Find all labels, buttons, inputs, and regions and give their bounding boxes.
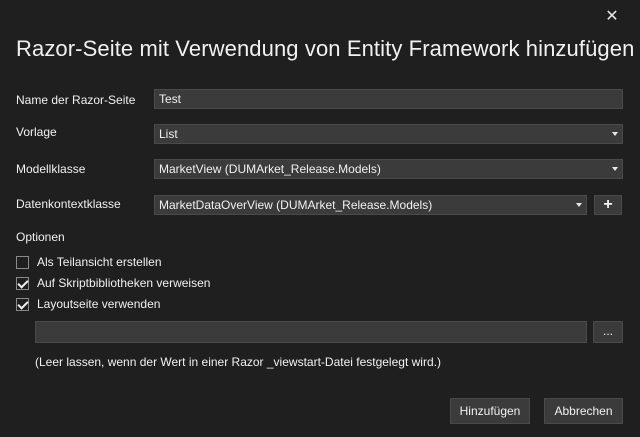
chevron-down-icon [612, 167, 618, 171]
model-label: Modellklasse [16, 162, 86, 176]
add-context-button[interactable]: + [594, 195, 622, 215]
plus-icon: + [603, 196, 613, 213]
context-select-value: MarketDataOverView (DUMArket_Release.Mod… [159, 198, 433, 212]
browse-button[interactable]: ... [593, 321, 623, 343]
template-select[interactable]: List [154, 124, 623, 144]
partial-view-label: Als Teilansicht erstellen [37, 255, 162, 269]
script-libraries-label: Auf Skriptbibliotheken verweisen [37, 276, 211, 290]
script-libraries-checkbox[interactable] [16, 276, 29, 290]
model-select-value: MarketView (DUMArket_Release.Models) [159, 162, 381, 176]
name-label: Name der Razor-Seite [16, 93, 136, 107]
close-icon: ✕ [605, 8, 619, 25]
template-label: Vorlage [16, 125, 57, 139]
context-label: Datenkontextklasse [16, 197, 121, 211]
dialog-title: Razor-Seite mit Verwendung von Entity Fr… [16, 36, 635, 61]
chevron-down-icon [576, 203, 582, 207]
close-button[interactable]: ✕ [603, 8, 621, 26]
context-select[interactable]: MarketDataOverView (DUMArket_Release.Mod… [154, 195, 587, 215]
cancel-button[interactable]: Abbrechen [544, 398, 623, 424]
name-input[interactable] [154, 89, 623, 109]
layout-page-label: Layoutseite verwenden [37, 297, 161, 311]
layout-hint-text: (Leer lassen, wenn der Wert in einer Raz… [35, 355, 441, 369]
script-libraries-option[interactable]: Auf Skriptbibliotheken verweisen [16, 275, 210, 291]
chevron-down-icon [612, 132, 618, 136]
options-heading: Optionen [16, 230, 65, 244]
layout-page-option[interactable]: Layoutseite verwenden [16, 296, 160, 312]
model-select[interactable]: MarketView (DUMArket_Release.Models) [154, 159, 623, 179]
layout-page-checkbox[interactable] [16, 297, 29, 311]
partial-view-checkbox[interactable] [16, 255, 29, 269]
partial-view-option[interactable]: Als Teilansicht erstellen [16, 254, 162, 270]
layout-page-input[interactable] [35, 321, 587, 343]
template-select-value: List [159, 127, 178, 141]
add-button[interactable]: Hinzufügen [450, 398, 530, 424]
